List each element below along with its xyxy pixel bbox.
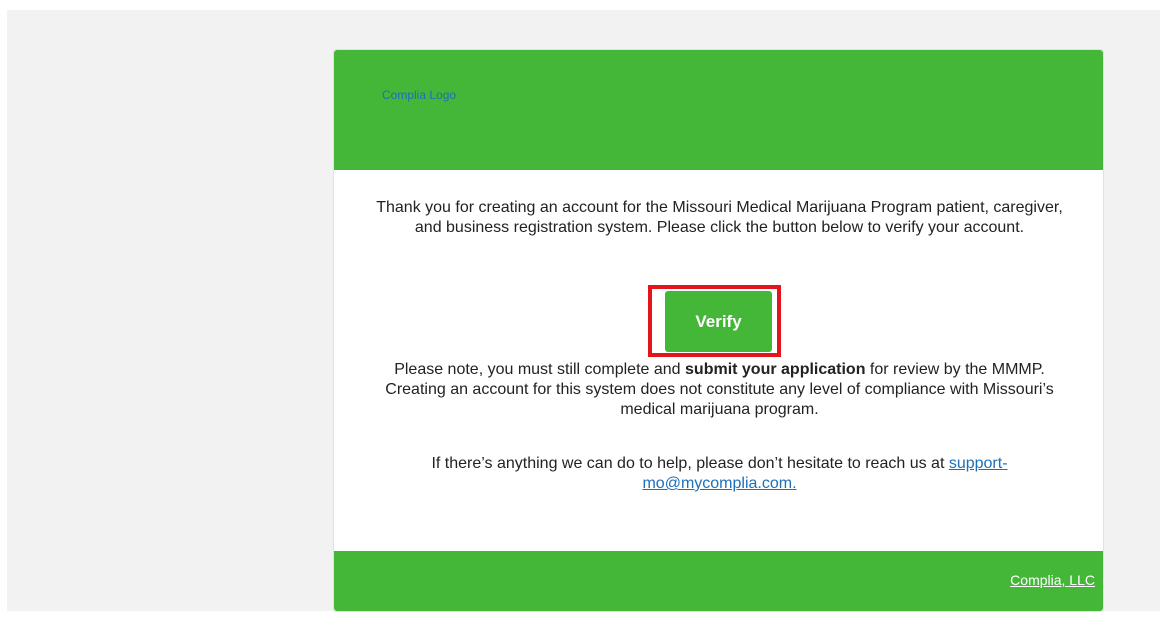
verify-button[interactable]: Verify (665, 291, 772, 352)
note-bold: submit your application (685, 361, 866, 378)
note-prefix: Please note, you must still complete and (394, 361, 686, 378)
help-text: If there’s anything we can do to help, p… (364, 454, 1075, 494)
complia-llc-link[interactable]: Complia, LLC (1010, 572, 1095, 588)
intro-text: Thank you for creating an account for th… (376, 199, 1063, 236)
complia-logo: Complia Logo (382, 88, 457, 102)
email-footer: Complia, LLC (334, 551, 1103, 611)
page-background: Complia Logo Thank you for creating an a… (7, 10, 1160, 612)
note-text: Please note, you must still complete and… (364, 360, 1075, 420)
email-card: Complia Logo Thank you for creating an a… (333, 49, 1104, 612)
email-body: Thank you for creating an account for th… (334, 170, 1103, 553)
help-prefix: If there’s anything we can do to help, p… (431, 455, 949, 472)
email-header: Complia Logo (334, 50, 1103, 170)
